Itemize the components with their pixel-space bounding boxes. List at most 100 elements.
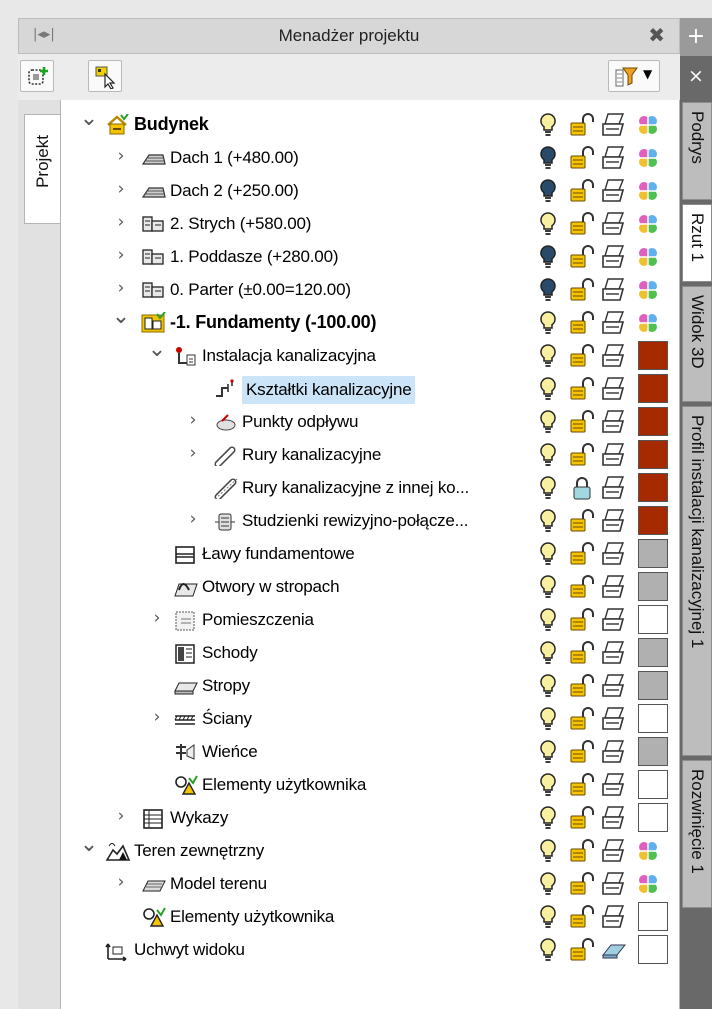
bulb-on-icon[interactable]: [537, 739, 561, 765]
bulb-on-icon[interactable]: [537, 475, 561, 501]
tree-node-label[interactable]: Studzienki rewizyjno-połącze...: [242, 511, 468, 531]
lock-open-icon[interactable]: [570, 376, 594, 402]
printer-icon[interactable]: [601, 541, 625, 567]
lock-open-icon[interactable]: [570, 739, 594, 765]
bulb-on-icon[interactable]: [537, 343, 561, 369]
color-swatch[interactable]: [638, 935, 668, 964]
lock-closed-icon[interactable]: [570, 475, 594, 501]
expand-icon[interactable]: ›: [111, 806, 131, 826]
printer-icon[interactable]: [601, 574, 625, 600]
tree-node-label[interactable]: Schody: [202, 643, 258, 663]
tree-node[interactable]: › Studzienki rewizyjno-połącze...: [61, 504, 681, 537]
printer-icon[interactable]: [601, 211, 625, 237]
color-swatch[interactable]: [638, 539, 668, 568]
lock-open-icon[interactable]: [570, 673, 594, 699]
tree-node[interactable]: Elementy użytkownika: [61, 900, 681, 933]
bulb-on-icon[interactable]: [537, 211, 561, 237]
bulb-on-icon[interactable]: [537, 673, 561, 699]
lock-open-icon[interactable]: [570, 805, 594, 831]
tree-node[interactable]: Wieńce: [61, 735, 681, 768]
tree-node[interactable]: ⌄ -1. Fundamenty (-100.00): [61, 304, 681, 339]
color-swatch[interactable]: [638, 341, 668, 370]
tree-node[interactable]: Stropy: [61, 669, 681, 702]
expand-icon[interactable]: ›: [183, 410, 203, 430]
color-palette-icon[interactable]: [636, 179, 660, 205]
tree-node[interactable]: › 0. Parter (±0.00=120.00): [61, 273, 681, 306]
tree-node-label[interactable]: Wieńce: [202, 742, 258, 762]
expand-icon[interactable]: ›: [111, 245, 131, 265]
tree-node[interactable]: Otwory w stropach: [61, 570, 681, 603]
lock-open-icon[interactable]: [570, 904, 594, 930]
tree-node-label[interactable]: Uchwyt widoku: [134, 940, 245, 960]
color-swatch[interactable]: [638, 737, 668, 766]
tree-node[interactable]: Kształtki kanalizacyjne: [61, 372, 681, 405]
printer-icon[interactable]: [601, 508, 625, 534]
bulb-on-icon[interactable]: [537, 574, 561, 600]
expand-icon[interactable]: ›: [111, 179, 131, 199]
color-swatch[interactable]: [638, 638, 668, 667]
color-swatch[interactable]: [638, 671, 668, 700]
eraser-icon[interactable]: [601, 937, 627, 963]
tree-node-label[interactable]: Elementy użytkownika: [202, 775, 366, 795]
lock-open-icon[interactable]: [570, 937, 594, 963]
printer-icon[interactable]: [601, 145, 625, 171]
bulb-on-icon[interactable]: [537, 706, 561, 732]
printer-icon[interactable]: [601, 640, 625, 666]
lock-open-icon[interactable]: [570, 541, 594, 567]
color-swatch[interactable]: [638, 572, 668, 601]
bulb-on-icon[interactable]: [537, 772, 561, 798]
expand-icon[interactable]: ›: [111, 278, 131, 298]
tree-node-label[interactable]: Elementy użytkownika: [170, 907, 334, 927]
bulb-on-icon[interactable]: [537, 871, 561, 897]
expand-icon[interactable]: ›: [111, 212, 131, 232]
tree-node[interactable]: Elementy użytkownika: [61, 768, 681, 801]
tree-node[interactable]: › 1. Poddasze (+280.00): [61, 240, 681, 273]
printer-icon[interactable]: [601, 904, 625, 930]
tab-widok-3d[interactable]: Widok 3D: [682, 286, 712, 402]
lock-open-icon[interactable]: [570, 772, 594, 798]
color-palette-icon[interactable]: [636, 872, 660, 898]
add-view-button[interactable]: +: [680, 18, 712, 56]
tree-node-label[interactable]: Teren zewnętrzny: [134, 841, 264, 861]
lock-open-icon[interactable]: [570, 211, 594, 237]
bulb-on-icon[interactable]: [537, 838, 561, 864]
tab-rozwiniecie-1[interactable]: Rozwinięcie 1: [682, 760, 712, 908]
tree-node-label[interactable]: Ławy fundamentowe: [202, 544, 355, 564]
color-swatch[interactable]: [638, 803, 668, 832]
filter-dropdown-button[interactable]: ▼: [608, 60, 660, 92]
tree-node[interactable]: Uchwyt widoku: [61, 933, 681, 966]
bulb-on-icon[interactable]: [537, 937, 561, 963]
color-palette-icon[interactable]: [636, 146, 660, 172]
printer-icon[interactable]: [601, 739, 625, 765]
tree-node[interactable]: › Wykazy: [61, 801, 681, 834]
lock-open-icon[interactable]: [570, 277, 594, 303]
tree-node[interactable]: ⌄ Budynek: [61, 106, 681, 141]
tree-node[interactable]: Rury kanalizacyjne z innej ko...: [61, 471, 681, 504]
tree-node[interactable]: › Pomieszczenia: [61, 603, 681, 636]
tree-node-label[interactable]: -1. Fundamenty (-100.00): [170, 312, 376, 333]
printer-icon[interactable]: [601, 442, 625, 468]
color-palette-icon[interactable]: [636, 113, 660, 139]
tab-podrys[interactable]: Podrys: [682, 102, 712, 200]
tree-node-label[interactable]: Wykazy: [170, 808, 228, 828]
bulb-off-icon[interactable]: [537, 178, 561, 204]
bulb-on-icon[interactable]: [537, 607, 561, 633]
tree-node[interactable]: Schody: [61, 636, 681, 669]
color-swatch[interactable]: [638, 506, 668, 535]
tree-node-label[interactable]: Model terenu: [170, 874, 267, 894]
lock-open-icon[interactable]: [570, 409, 594, 435]
tree-node-label[interactable]: Budynek: [134, 114, 209, 135]
tree-node-label[interactable]: 1. Poddasze (+280.00): [170, 247, 338, 267]
tree-node-label[interactable]: Pomieszczenia: [202, 610, 314, 630]
color-palette-icon[interactable]: [636, 245, 660, 271]
close-icon[interactable]: ✖: [648, 23, 665, 47]
expand-icon[interactable]: ›: [111, 872, 131, 892]
tree-node-label[interactable]: 2. Strych (+580.00): [170, 214, 311, 234]
printer-icon[interactable]: [601, 871, 625, 897]
printer-icon[interactable]: [601, 112, 625, 138]
tree-node-label[interactable]: Dach 1 (+480.00): [170, 148, 299, 168]
printer-icon[interactable]: [601, 343, 625, 369]
printer-icon[interactable]: [601, 706, 625, 732]
tree-node[interactable]: › Rury kanalizacyjne: [61, 438, 681, 471]
tree-node-label[interactable]: Dach 2 (+250.00): [170, 181, 299, 201]
